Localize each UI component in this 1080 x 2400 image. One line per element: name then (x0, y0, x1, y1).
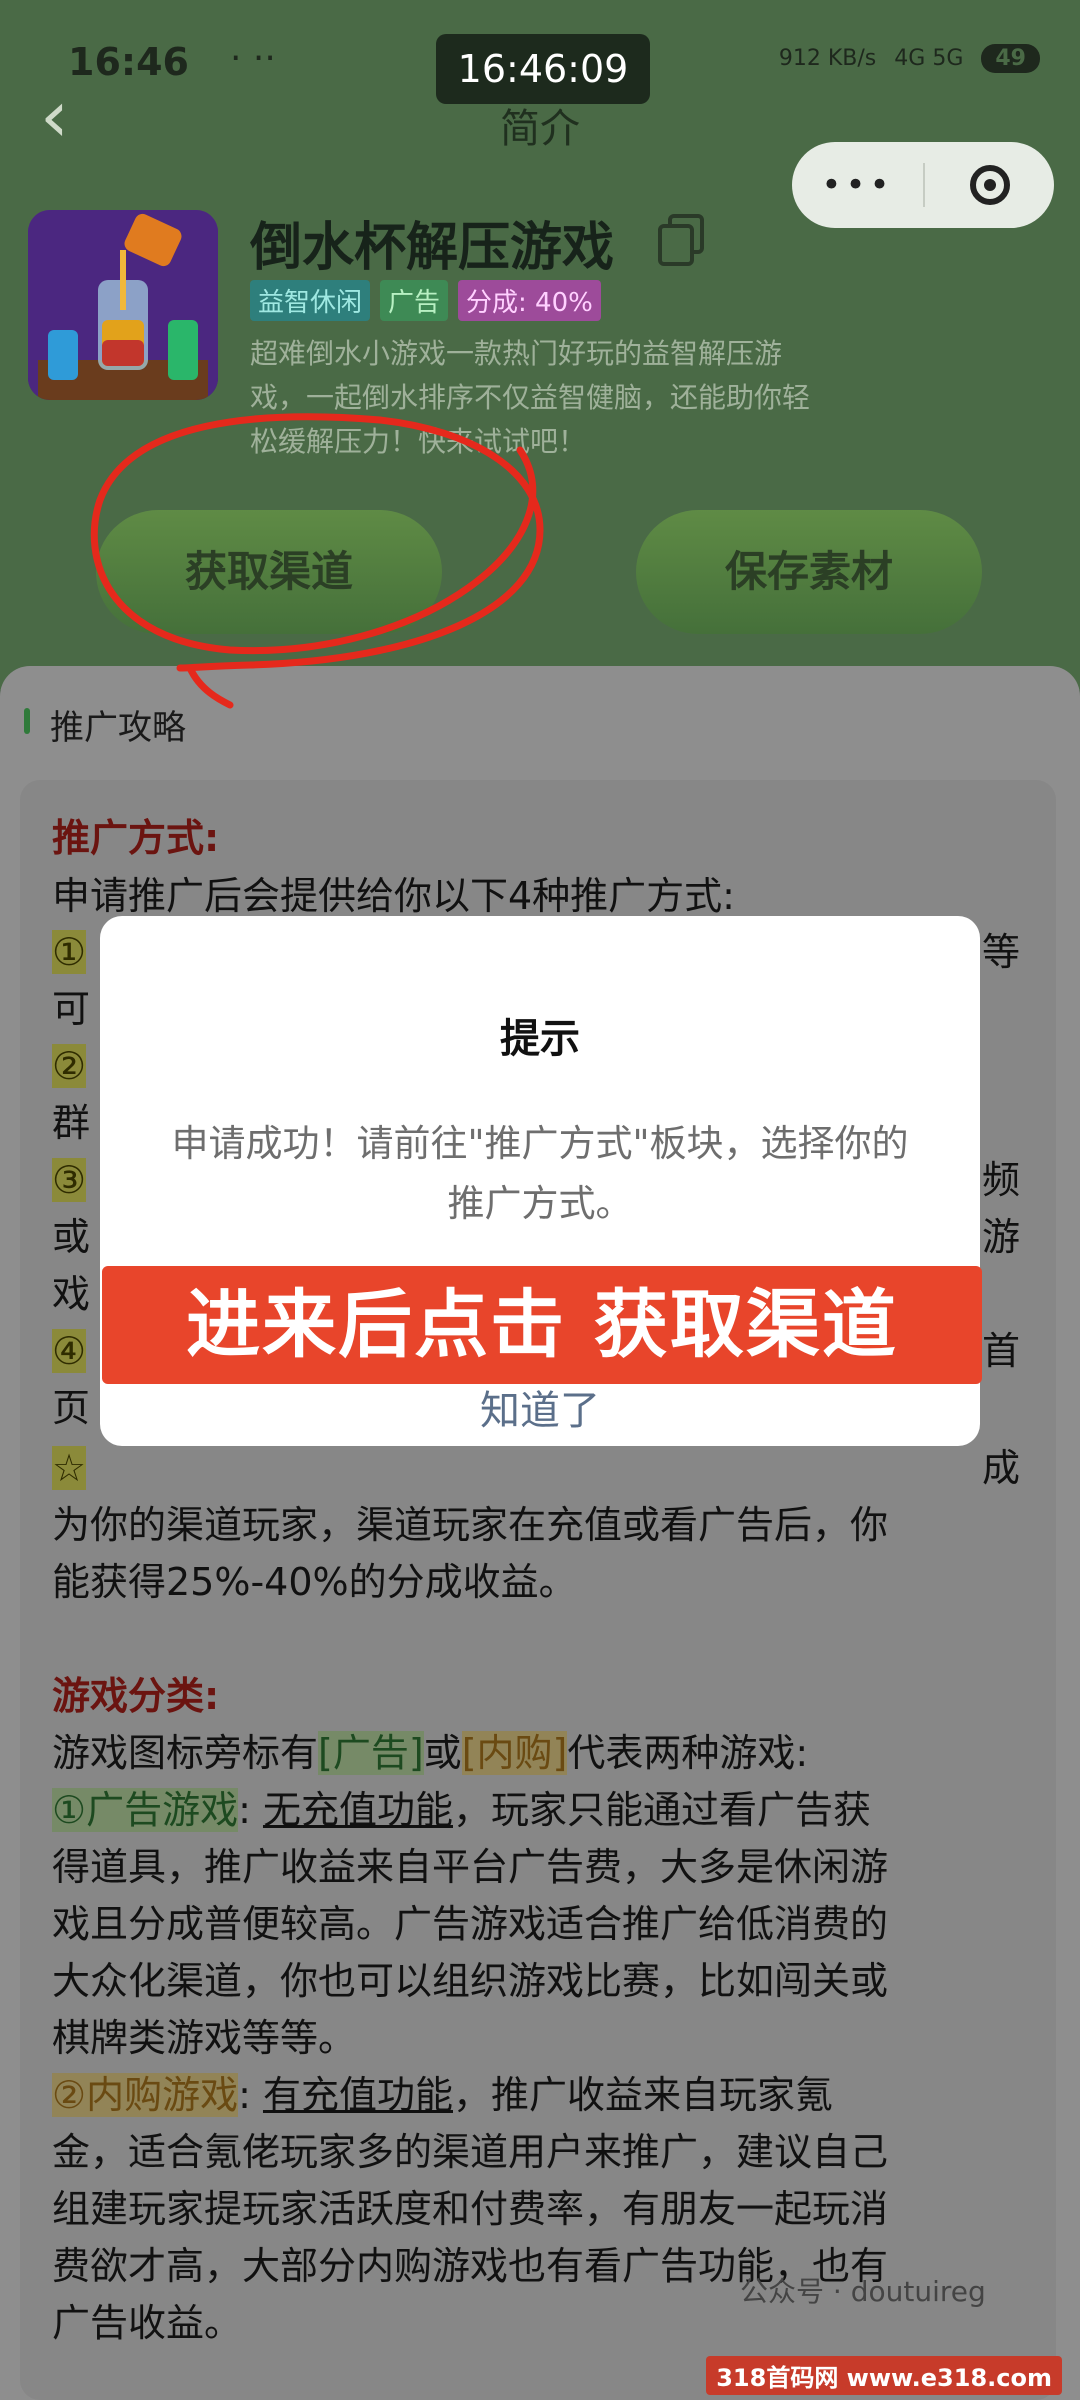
site-watermark: 318首码网 www.e318.com (706, 2356, 1062, 2395)
iap-game-line: 组建玩家提玩家活跃度和付费率，有朋友一起玩消 (52, 2187, 889, 2231)
partial-char: 首 (982, 1329, 1021, 1373)
partial-char: 等 (982, 930, 1021, 974)
promo-heading: 推广方式: (52, 816, 220, 860)
promo-rule-line: 为你的渠道玩家，渠道玩家在充值或看广告后，你 (52, 1503, 889, 1547)
dialog-title: 提示 (500, 1016, 580, 1062)
ad-game-line: 得道具，推广收益来自平台广告费，大多是休闲游 (52, 1845, 889, 1889)
iap-game-line: 金，适合氪佬玩家多的渠道用户来推广，建议自己 (52, 2130, 889, 2174)
dialog-ok-button[interactable]: 知道了 (100, 1378, 980, 1436)
partial-char: 成 (982, 1446, 1021, 1490)
ad-game-line: ①广告游戏: 无充值功能，玩家只能通过看广告获 (52, 1788, 872, 1832)
star-icon: ☆ (52, 1446, 87, 1490)
category-intro: 游戏图标旁标有[广告]或[内购]代表两种游戏: (52, 1731, 809, 1775)
category-heading: 游戏分类: (52, 1674, 220, 1718)
ad-game-line: 大众化渠道，你也可以组织游戏比赛，比如闯关或 (52, 1959, 889, 2003)
promo-rule-line: 能获得25%-40%的分成收益。 (52, 1560, 577, 1604)
dialog-message: 申请成功！请前往"推广方式"板块，选择你的推广方式。 (171, 1122, 909, 1225)
partial-char: 游 (982, 1215, 1021, 1259)
ad-game-line: 棋牌类游戏等等。 (52, 2016, 357, 2060)
partial-char: 频 (982, 1158, 1021, 1202)
ad-game-line: 戏且分成普便较高。广告游戏适合推广给低消费的 (52, 1902, 889, 1946)
annotation-circle (90, 413, 544, 709)
iap-game-line: ②内购游戏: 有充值功能，推广收益来自玩家氪 (52, 2073, 834, 2117)
annotation-banner: 进来后点击 获取渠道 (102, 1266, 982, 1384)
watermark-text: 公众号 · doutuireg (740, 2275, 986, 2308)
